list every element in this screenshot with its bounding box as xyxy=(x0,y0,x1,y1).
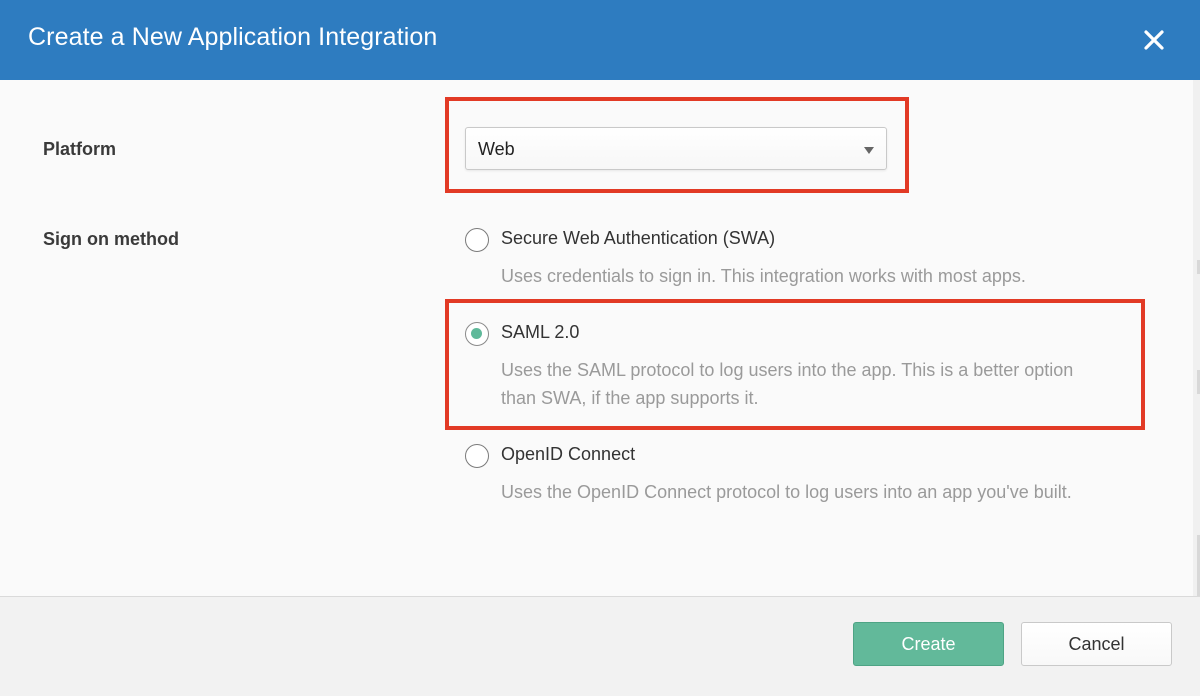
sign-on-method-label: Sign on method xyxy=(43,229,179,249)
background-scrollbar xyxy=(1193,80,1200,680)
option-description-openid: Uses the OpenID Connect protocol to log … xyxy=(501,482,1072,502)
create-button[interactable]: Create xyxy=(853,622,1004,666)
dialog-title: Create a New Application Integration xyxy=(28,23,438,51)
radio-openid[interactable] xyxy=(465,444,489,468)
annotation-box-saml xyxy=(445,299,1145,430)
radio-swa[interactable] xyxy=(465,228,489,252)
dialog-header: Create a New Application Integration xyxy=(0,0,1200,80)
annotation-box-platform xyxy=(445,97,909,193)
dialog-footer xyxy=(0,596,1200,696)
option-description-swa: Uses credentials to sign in. This integr… xyxy=(501,266,1026,286)
option-label-openid[interactable]: OpenID Connect xyxy=(501,444,635,465)
cancel-button[interactable]: Cancel xyxy=(1021,622,1172,666)
close-icon[interactable] xyxy=(1140,26,1168,54)
option-label-swa[interactable]: Secure Web Authentication (SWA) xyxy=(501,228,775,249)
platform-label: Platform xyxy=(43,139,117,159)
